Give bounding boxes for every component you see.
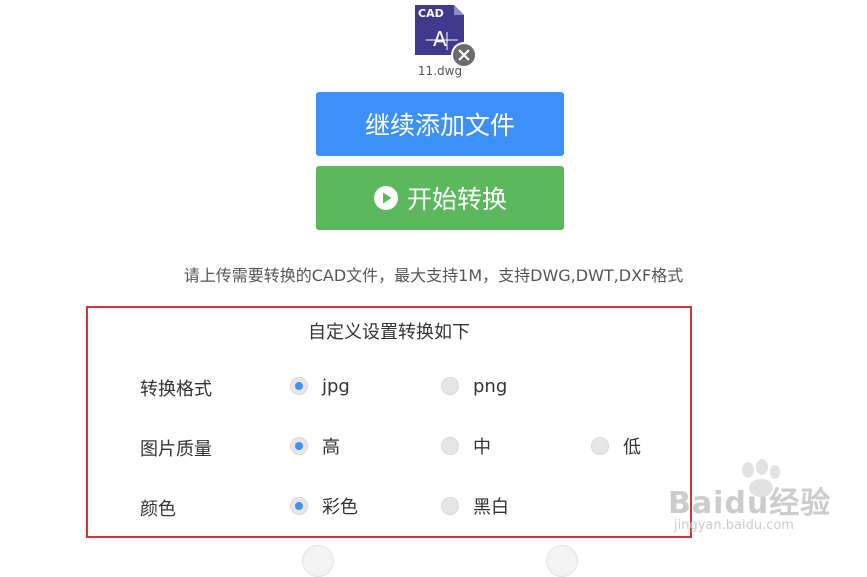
play-icon — [373, 185, 399, 211]
quality-option-low[interactable]: 低 — [591, 431, 641, 461]
cad-glyph: A — [433, 27, 447, 51]
radio-unchecked-icon[interactable] — [441, 497, 459, 515]
format-option-jpg[interactable]: jpg — [290, 371, 350, 401]
color-option-color[interactable]: 彩色 — [290, 491, 358, 521]
add-file-label: 继续添加文件 — [364, 111, 515, 140]
color-option-bw[interactable]: 黑白 — [441, 491, 509, 521]
radio-unchecked-icon[interactable] — [441, 377, 459, 395]
quality-option-high[interactable]: 高 — [290, 431, 340, 461]
partial-radio-icon — [546, 545, 578, 577]
baidu-watermark: Baidu经验 jingyan.baidu.com — [668, 458, 858, 548]
option-label: 黑白 — [473, 497, 509, 518]
option-label: 高 — [322, 437, 340, 458]
file-name: 11.dwg — [417, 64, 463, 78]
option-label: 低 — [623, 437, 641, 458]
radio-checked-icon[interactable] — [290, 437, 308, 455]
quality-row: 图片质量 高 中 低 — [88, 431, 690, 461]
option-label: 中 — [473, 437, 491, 458]
radio-unchecked-icon[interactable] — [441, 437, 459, 455]
upload-hint: 请上传需要转换的CAD文件，最大支持1M，支持DWG,DWT,DXF格式 — [183, 266, 684, 285]
option-label: png — [473, 375, 508, 397]
color-row: 颜色 彩色 黑白 — [88, 491, 690, 521]
quality-option-medium[interactable]: 中 — [441, 431, 491, 461]
add-file-button[interactable]: 继续添加文件 — [316, 92, 564, 156]
option-label: 彩色 — [322, 497, 358, 518]
format-row: 转换格式 jpg png — [88, 371, 690, 401]
conversion-settings-panel: 自定义设置转换如下 转换格式 jpg png 图片质量 高 中 低 颜色 彩色 … — [86, 306, 692, 538]
color-label: 颜色 — [140, 499, 176, 520]
format-label: 转换格式 — [140, 379, 212, 400]
radio-unchecked-icon[interactable] — [591, 437, 609, 455]
cad-file-icon: CAD A — [414, 4, 477, 68]
start-convert-label: 开始转换 — [406, 185, 507, 214]
radio-checked-icon[interactable] — [290, 497, 308, 515]
quality-label: 图片质量 — [140, 439, 212, 460]
watermark-url: jingyan.baidu.com — [674, 518, 794, 533]
format-option-png[interactable]: png — [441, 371, 507, 401]
watermark-text: Baidu经验 — [668, 486, 832, 521]
settings-title: 自定义设置转换如下 — [308, 322, 470, 343]
cad-label: CAD — [418, 7, 444, 20]
radio-checked-icon[interactable] — [290, 377, 308, 395]
partial-radio-icon — [302, 545, 334, 577]
start-convert-button[interactable]: 开始转换 — [316, 166, 564, 230]
option-label: jpg — [322, 375, 350, 397]
